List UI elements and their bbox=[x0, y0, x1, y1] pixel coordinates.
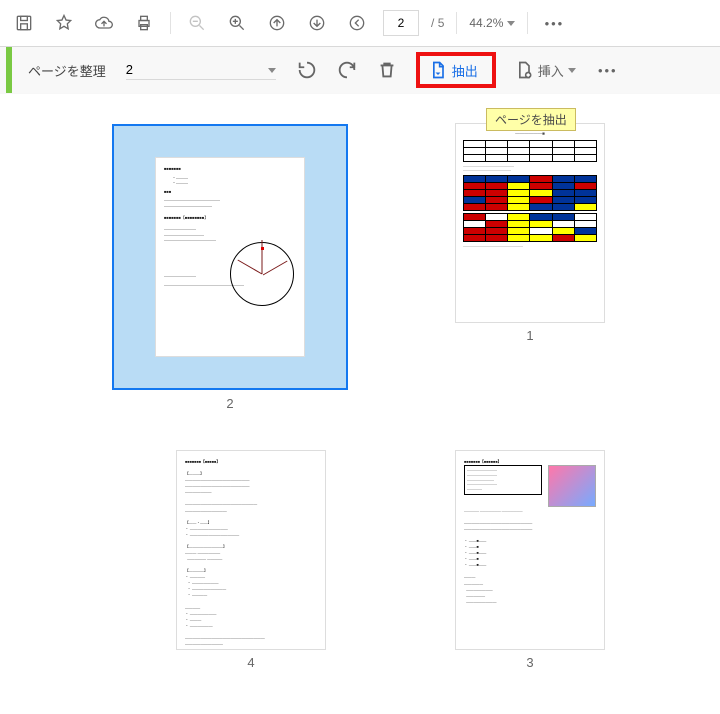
zoom-in-icon[interactable] bbox=[223, 9, 251, 37]
page-preview: ――――――■ ――――――――――――――――――――――――――――――――… bbox=[456, 124, 604, 322]
rotate-cw-button[interactable] bbox=[336, 59, 358, 81]
more-icon[interactable]: ••• bbox=[540, 9, 568, 37]
star-icon[interactable] bbox=[50, 9, 78, 37]
extract-label: 抽出 bbox=[452, 61, 478, 80]
toolbar-separator bbox=[527, 12, 528, 34]
caret-down-icon[interactable] bbox=[268, 68, 276, 73]
page-preview: ■■■■■■■【■■■■■■】 ――――――――――――――――――――――――… bbox=[456, 451, 604, 649]
thumbnail-grid: ■■■■■■■ ・―――・――― ■■■ ―――――――――――――――――――… bbox=[0, 94, 720, 680]
toolbar-separator bbox=[456, 12, 457, 34]
selection-frame: ■■■■■■■ ・―――・――― ■■■ ―――――――――――――――――――… bbox=[112, 124, 348, 390]
rotate-ccw-button[interactable] bbox=[296, 59, 318, 81]
extract-tooltip: ページを抽出 bbox=[486, 108, 576, 131]
thumbnail[interactable]: ■■■■■■■【■■■■■】 【―――】――――――――――――――――――――… bbox=[122, 451, 380, 670]
illustration-image bbox=[548, 465, 596, 507]
thumb-label: 1 bbox=[526, 328, 533, 343]
delete-button[interactable] bbox=[376, 59, 398, 81]
page-number-input[interactable] bbox=[383, 10, 419, 36]
save-icon[interactable] bbox=[10, 9, 38, 37]
thumb-label: 3 bbox=[526, 655, 533, 670]
organize-title: ページを整理 bbox=[28, 61, 106, 80]
thumb-label: 2 bbox=[226, 396, 233, 411]
page-preview: ■■■■■■■【■■■■■】 【―――】――――――――――――――――――――… bbox=[177, 451, 325, 649]
cloud-upload-icon[interactable] bbox=[90, 9, 118, 37]
top-toolbar: / 5 44.2% ••• bbox=[0, 0, 720, 47]
insert-label: 挿入 bbox=[538, 61, 564, 80]
thumbnail[interactable]: ■■■■■■■【■■■■■■】 ――――――――――――――――――――――――… bbox=[420, 451, 640, 670]
extract-button[interactable]: 抽出 bbox=[416, 52, 496, 88]
arrow-up-icon[interactable] bbox=[263, 9, 291, 37]
arrow-down-icon[interactable] bbox=[303, 9, 331, 37]
print-icon[interactable] bbox=[130, 9, 158, 37]
toolbar-separator bbox=[170, 12, 171, 34]
zoom-dropdown[interactable]: 44.2% bbox=[469, 16, 515, 30]
organize-pages-toolbar: ページを整理 抽出 挿入 ••• bbox=[0, 47, 720, 94]
page-total: / 5 bbox=[431, 16, 444, 30]
page-preview: ■■■■■■■ ・―――・――― ■■■ ―――――――――――――――――――… bbox=[156, 158, 304, 356]
insert-button[interactable]: 挿入 bbox=[514, 60, 576, 80]
more-icon[interactable]: ••• bbox=[594, 56, 622, 84]
caret-down-icon bbox=[568, 68, 576, 73]
thumbnail-selected[interactable]: ■■■■■■■ ・―――・――― ■■■ ―――――――――――――――――――… bbox=[80, 124, 380, 411]
thumb-label: 4 bbox=[247, 655, 254, 670]
caret-down-icon bbox=[507, 21, 515, 26]
zoom-out-icon[interactable] bbox=[183, 9, 211, 37]
accent-strip bbox=[6, 47, 12, 93]
arrow-back-icon[interactable] bbox=[343, 9, 371, 37]
page-select-input[interactable] bbox=[126, 60, 276, 80]
thumbnail[interactable]: ――――――■ ――――――――――――――――――――――――――――――――… bbox=[420, 124, 640, 411]
